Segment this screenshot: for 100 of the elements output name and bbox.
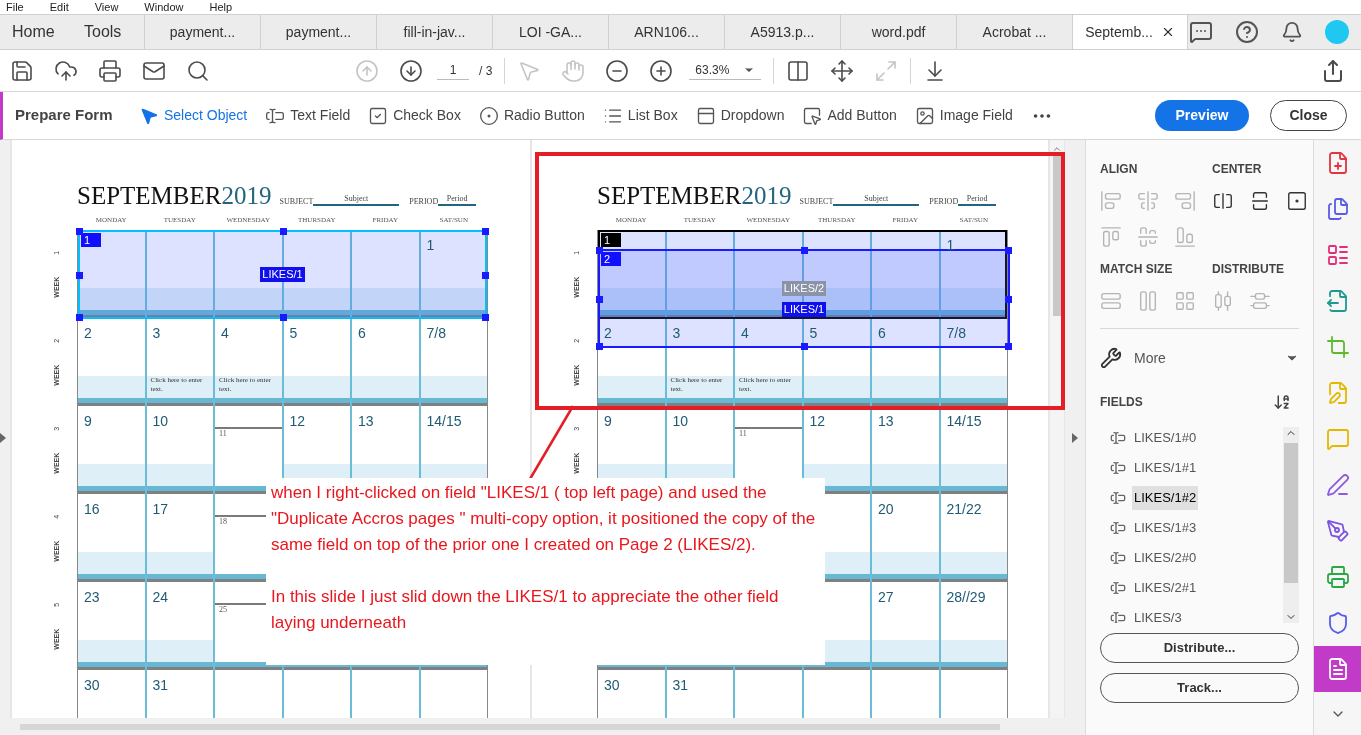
- field-list-item[interactable]: LIKES/1#1: [1132, 456, 1199, 480]
- tab[interactable]: Home: [0, 15, 72, 49]
- more-dropdown[interactable]: More: [1100, 347, 1299, 369]
- printer-icon[interactable]: [98, 58, 122, 83]
- share-icon[interactable]: [1321, 58, 1345, 83]
- profile-avatar[interactable]: [1325, 20, 1349, 44]
- menu-item[interactable]: Edit: [49, 1, 69, 13]
- notes-field[interactable]: [78, 552, 145, 574]
- tab[interactable]: ARN106...: [608, 15, 724, 49]
- bell-icon[interactable]: [1281, 21, 1303, 43]
- field-list-item[interactable]: LIKES/1#3: [1132, 516, 1199, 540]
- menu-item[interactable]: View: [94, 1, 119, 13]
- field-list-item[interactable]: LIKES/1#2: [1132, 486, 1199, 510]
- subject-field[interactable]: Subject: [833, 194, 920, 206]
- preview-button[interactable]: Preview: [1155, 100, 1249, 131]
- notes-field[interactable]: [420, 288, 487, 310]
- notes-field[interactable]: [598, 288, 665, 310]
- notes-field[interactable]: [78, 464, 145, 486]
- resize-handle[interactable]: [801, 343, 808, 350]
- tab[interactable]: Septemb...: [1072, 15, 1188, 49]
- form-tool[interactable]: Image Field: [914, 104, 1013, 127]
- notes-field[interactable]: [940, 288, 1007, 310]
- zoom-dropdown[interactable]: 63.3%: [689, 61, 762, 80]
- resize-handle[interactable]: [482, 228, 489, 235]
- menu-item[interactable]: File: [6, 1, 24, 13]
- resize-handle[interactable]: [1005, 343, 1012, 350]
- notes-field[interactable]: [420, 376, 487, 398]
- plus-circle-icon[interactable]: [649, 58, 674, 83]
- resize-handle[interactable]: [482, 271, 489, 279]
- period-field[interactable]: Period: [958, 194, 997, 206]
- resize-handle[interactable]: [279, 314, 287, 321]
- center-horizontal-icon[interactable]: [1212, 190, 1234, 212]
- tab[interactable]: word.pdf: [840, 15, 956, 49]
- notes-field[interactable]: [940, 640, 1007, 662]
- resize-handle[interactable]: [596, 295, 603, 303]
- form-tool[interactable]: Text Field: [265, 104, 351, 127]
- notes-field[interactable]: [666, 288, 733, 310]
- resize-handle[interactable]: [279, 228, 287, 235]
- scroll-up-icon[interactable]: [1052, 144, 1062, 154]
- resize-handle[interactable]: [76, 314, 83, 321]
- notes-field[interactable]: [598, 376, 665, 398]
- period-field[interactable]: Period: [438, 194, 477, 206]
- notes-field[interactable]: [940, 552, 1007, 574]
- notes-field[interactable]: [872, 464, 939, 486]
- tab[interactable]: fill-in-jav...: [376, 15, 492, 49]
- expand-arrow-icon[interactable]: [1072, 432, 1078, 443]
- fit-page-icon[interactable]: [830, 58, 855, 83]
- notes-field[interactable]: [352, 288, 419, 310]
- form-tool[interactable]: Dropdown: [695, 104, 785, 127]
- notes-field[interactable]: [352, 376, 419, 398]
- chat-icon[interactable]: [1189, 20, 1213, 44]
- notes-field[interactable]: [283, 376, 350, 398]
- form-tool[interactable]: Select Object: [139, 104, 248, 127]
- notes-field[interactable]: [146, 552, 213, 574]
- resize-handle[interactable]: [801, 247, 808, 254]
- tab[interactable]: payment...: [144, 15, 260, 49]
- save-icon[interactable]: [10, 58, 34, 83]
- sort-icon[interactable]: [1273, 393, 1291, 411]
- notes-field[interactable]: [215, 288, 282, 310]
- notes-field[interactable]: [872, 376, 939, 398]
- form-tool[interactable]: Add Button: [802, 104, 897, 127]
- notes-field[interactable]: [872, 288, 939, 310]
- search-icon[interactable]: [186, 58, 210, 83]
- resize-handle[interactable]: [1005, 295, 1012, 303]
- notes-field[interactable]: [146, 640, 213, 662]
- resize-handle[interactable]: [596, 247, 603, 254]
- subject-field[interactable]: Subject: [313, 194, 400, 206]
- notes-field[interactable]: [78, 288, 145, 310]
- tab[interactable]: payment...: [260, 15, 376, 49]
- minus-circle-icon[interactable]: [605, 58, 630, 83]
- resize-handle[interactable]: [76, 228, 83, 235]
- notes-field[interactable]: [146, 288, 213, 310]
- notes-field[interactable]: [78, 376, 145, 398]
- field-list-item[interactable]: LIKES/2#1: [1132, 576, 1199, 600]
- notes-field[interactable]: [146, 464, 213, 486]
- down-arrow-circle-icon[interactable]: [399, 58, 423, 83]
- help-icon[interactable]: [1235, 20, 1259, 44]
- tab[interactable]: LOI -GA...: [492, 15, 608, 49]
- field-list-item[interactable]: LIKES/3: [1132, 606, 1184, 623]
- form-tool[interactable]: Radio Button: [478, 104, 585, 127]
- page-number-field[interactable]: 1: [437, 61, 469, 80]
- notes-field[interactable]: [940, 464, 1007, 486]
- notes-field[interactable]: [872, 640, 939, 662]
- notes-field[interactable]: [940, 376, 1007, 398]
- form-tool[interactable]: List Box: [602, 104, 678, 127]
- notes-field[interactable]: [78, 640, 145, 662]
- cloud-upload-icon[interactable]: [54, 58, 78, 83]
- tab[interactable]: A5913.p...: [724, 15, 840, 49]
- notes-field[interactable]: [803, 376, 870, 398]
- resize-handle[interactable]: [1005, 247, 1012, 254]
- tool-rail-button[interactable]: [1314, 646, 1361, 692]
- resize-handle[interactable]: [76, 271, 83, 279]
- notes-field[interactable]: [872, 552, 939, 574]
- form-tool[interactable]: Check Box: [368, 104, 461, 127]
- center-both-icon[interactable]: [1286, 190, 1308, 212]
- tab[interactable]: Tools: [72, 15, 144, 49]
- menu-item[interactable]: Help: [209, 1, 233, 13]
- expand-arrow-icon[interactable]: [0, 432, 6, 443]
- notes-field[interactable]: [283, 288, 350, 310]
- center-vertical-icon[interactable]: [1249, 190, 1271, 212]
